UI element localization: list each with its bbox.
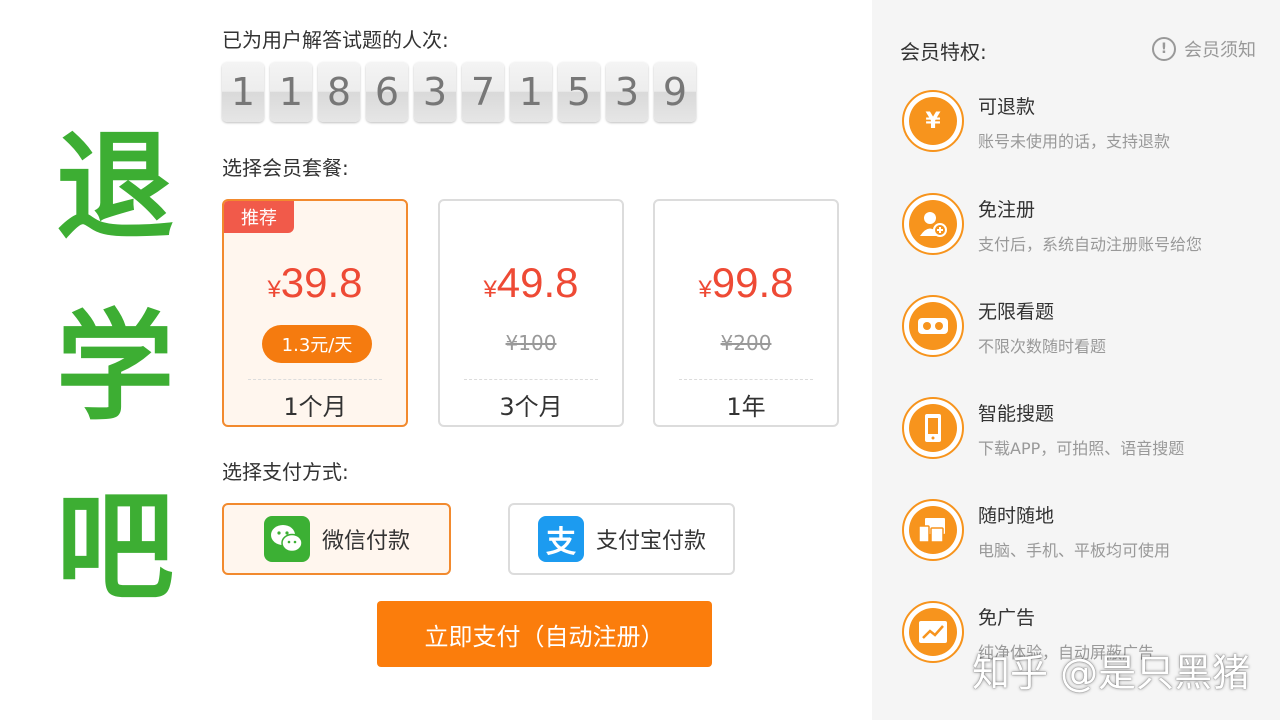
- overlay-char-2: 学: [55, 298, 174, 436]
- privilege-title: 无限看题: [978, 301, 1055, 323]
- privilege-title: 免注册: [978, 199, 1036, 221]
- counter-digit: 5: [558, 62, 600, 122]
- privilege-desc: 电脑、手机、平板均可使用: [978, 541, 1171, 560]
- chart-icon: [902, 601, 964, 663]
- privilege-desc: 账号未使用的话，支持退款: [978, 132, 1171, 151]
- original-price: ¥200: [720, 331, 772, 355]
- info-icon: !: [1152, 37, 1176, 61]
- member-notice-label: 会员须知: [1184, 40, 1256, 61]
- privileges-panel: 会员特权: ! 会员须知 ¥ 可退款 账号未使用的话，支持退款 免注册 支付后，…: [872, 0, 1280, 720]
- overlay-char-3: 吧: [55, 478, 174, 616]
- privilege-desc: 支付后，系统自动注册账号给您: [978, 235, 1203, 254]
- privilege-desc: 不限次数随时看题: [978, 337, 1107, 356]
- counter-digit: 6: [366, 62, 408, 122]
- counter-digit: 7: [462, 62, 504, 122]
- privilege-title: 随时随地: [978, 505, 1055, 527]
- plan-card-1-month[interactable]: 推荐 ¥39.8 1.3元/天 1个月: [222, 199, 408, 427]
- overlay-char-1: 退: [55, 118, 174, 256]
- plan-divider: [464, 379, 598, 380]
- counter-digit: 1: [270, 62, 312, 122]
- counter-digit: 1: [222, 62, 264, 122]
- phone-icon: [902, 397, 964, 459]
- alipay-icon: 支: [538, 516, 584, 562]
- counter-digit: 1: [510, 62, 552, 122]
- wechat-pay-option[interactable]: 微信付款: [222, 503, 451, 575]
- counter-digit: 3: [606, 62, 648, 122]
- pay-now-button[interactable]: 立即支付（自动注册）: [377, 601, 712, 667]
- user-add-icon: [902, 193, 964, 255]
- eyes-icon: [902, 295, 964, 357]
- counter-digit: 8: [318, 62, 360, 122]
- counter-digit: 9: [654, 62, 696, 122]
- plan-divider: [248, 379, 382, 380]
- plan-price: ¥49.8: [483, 259, 579, 306]
- plan-card-1-year[interactable]: ¥99.8 ¥200 1年: [653, 199, 839, 427]
- plan-divider: [679, 379, 813, 380]
- plan-price: ¥39.8: [267, 259, 363, 306]
- devices-icon: [902, 499, 964, 561]
- original-price: ¥100: [505, 331, 557, 355]
- wechat-icon: [264, 516, 310, 562]
- payment-section-label: 选择支付方式:: [222, 460, 349, 484]
- yen-icon: ¥: [902, 90, 964, 152]
- privilege-title: 可退款: [978, 96, 1036, 118]
- recommended-badge: 推荐: [224, 201, 294, 233]
- plan-card-3-months[interactable]: ¥49.8 ¥100 3个月: [438, 199, 624, 427]
- answer-count-label: 已为用户解答试题的人次:: [222, 28, 449, 52]
- alipay-label: 支付宝付款: [596, 529, 707, 554]
- counter-digit: 3: [414, 62, 456, 122]
- privileges-title: 会员特权:: [900, 40, 987, 64]
- watermark: 知乎 @是只黑猪: [972, 651, 1251, 695]
- plan-section-label: 选择会员套餐:: [222, 156, 349, 180]
- member-notice-link[interactable]: ! 会员须知: [1152, 36, 1256, 62]
- privilege-title: 智能搜题: [978, 403, 1055, 425]
- plan-duration: 1个月: [283, 393, 347, 421]
- answer-counter: 1 1 8 6 3 7 1 5 3 9: [222, 62, 696, 122]
- privilege-desc: 下载APP，可拍照、语音搜题: [978, 439, 1185, 458]
- per-day-price-pill: 1.3元/天: [262, 325, 372, 363]
- plan-price: ¥99.8: [698, 259, 794, 306]
- alipay-option[interactable]: 支 支付宝付款: [508, 503, 735, 575]
- wechat-pay-label: 微信付款: [322, 529, 411, 554]
- privilege-title: 免广告: [978, 607, 1036, 629]
- plan-duration: 1年: [726, 393, 766, 421]
- plan-duration: 3个月: [499, 393, 563, 421]
